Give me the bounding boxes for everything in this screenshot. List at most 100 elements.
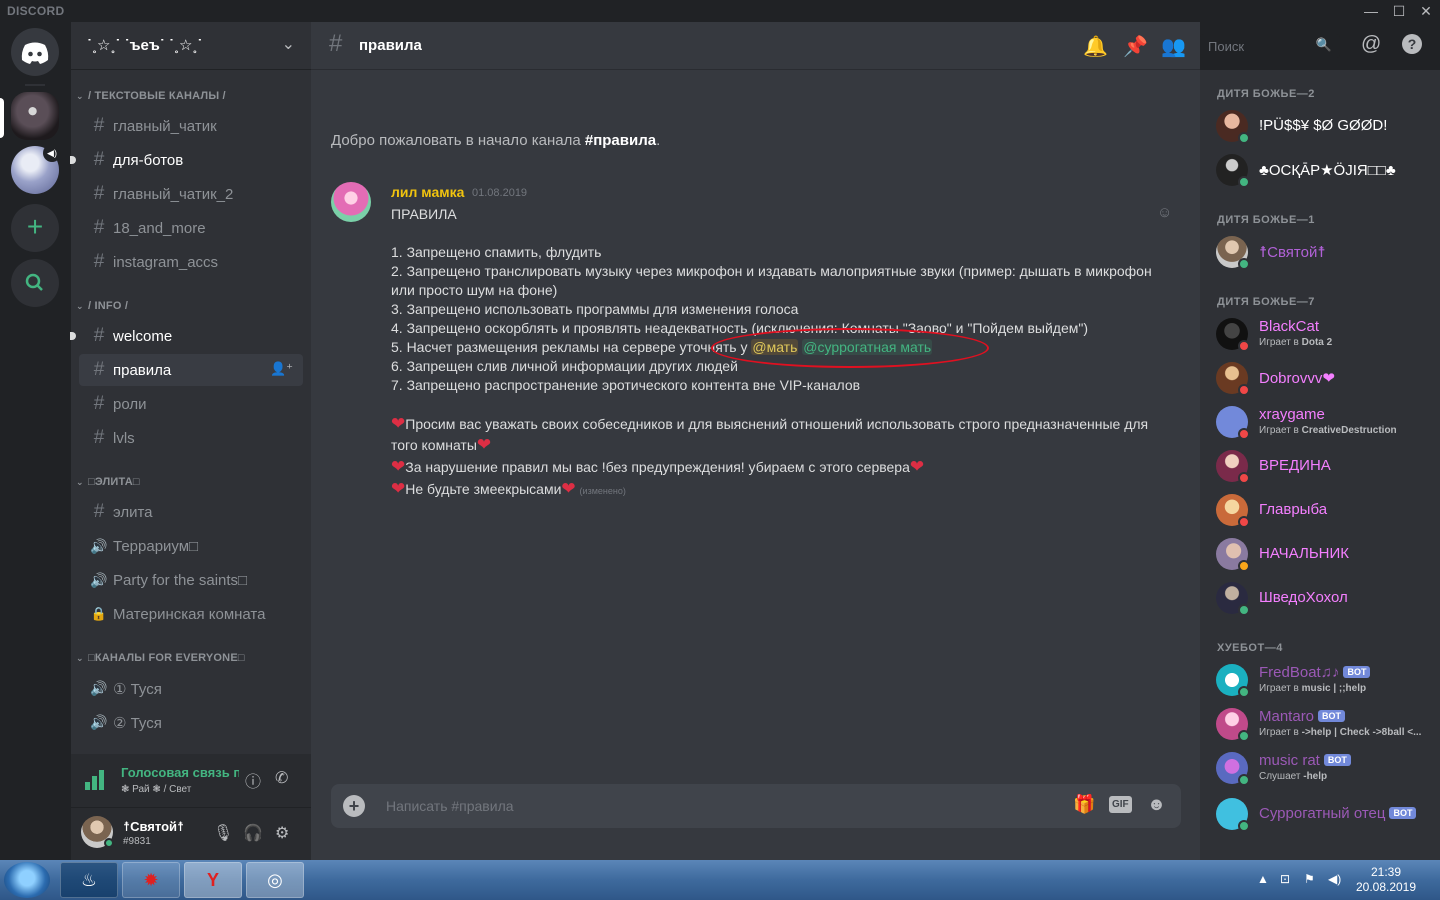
members-icon[interactable]: 👥 [1161, 34, 1186, 59]
member-item[interactable]: Dobrovvv❤ [1216, 358, 1436, 398]
channel-18-and-more[interactable]: #18_and_more [79, 212, 303, 244]
at-icon[interactable]: @ [1361, 33, 1381, 56]
member-item[interactable]: Суррогатный отец BOT [1216, 794, 1436, 834]
close-button[interactable]: ✕ [1412, 2, 1440, 20]
member-item[interactable]: Главрыба [1216, 490, 1436, 530]
voice-status[interactable]: Голосовая связь подключена [121, 765, 239, 780]
channel-sidebar: ˙˳☆˳˙ ˙ъеъ˙ ˙˳☆˳˙ ⌄ ⌄ / ТЕКСТОВЫЕ КАНАЛЫ … [70, 22, 311, 860]
channel-label: lvls [113, 430, 135, 447]
steam-icon[interactable]: ♨ [60, 862, 118, 898]
member-item[interactable]: НАЧАЛЬНИК [1216, 534, 1436, 574]
signal-icon [85, 768, 107, 790]
network-icon[interactable]: ⊡ [1280, 872, 1290, 886]
mic-icon[interactable]: 🎙 [213, 823, 233, 843]
clock-date: 20.08.2019 [1355, 880, 1417, 894]
tray-expand-icon[interactable]: ▲ [1257, 872, 1269, 886]
pin-icon[interactable]: 📌 [1123, 34, 1148, 59]
gif-button[interactable]: GIF [1109, 796, 1132, 813]
gift-icon[interactable]: 🎁 [1073, 794, 1095, 815]
bell-icon[interactable]: 🔔 [1083, 34, 1108, 59]
heart-icon: ❤ [909, 457, 925, 476]
yandex-browser-icon[interactable]: Y [184, 862, 242, 898]
home-button[interactable] [11, 28, 59, 76]
edited-label: (изменено) [579, 486, 626, 496]
rule-line: или просто шум на фоне) [391, 282, 558, 298]
member-item[interactable]: ВРЕДИНА [1216, 446, 1436, 486]
member-item[interactable]: ШведоХохол [1216, 578, 1436, 618]
create-invite-icon[interactable]: 👤⁺ [270, 361, 293, 377]
channel-welcome[interactable]: # welcome [70, 320, 303, 352]
headphones-icon[interactable]: 🎧 [243, 823, 263, 843]
emoji-icon[interactable]: ☻ [1147, 794, 1166, 815]
app-brand: DISCORD [7, 4, 65, 18]
flag-icon[interactable]: ⚑ [1304, 872, 1315, 886]
channel-instagram[interactable]: # instagram_accs [79, 246, 303, 278]
system-clock[interactable]: 21:39 20.08.2019 [1355, 865, 1417, 895]
status-online-icon [1238, 132, 1250, 144]
channel-lvls[interactable]: # lvls [79, 422, 303, 454]
hash-icon: # [93, 501, 105, 522]
voice-channel-tusya-2[interactable]: 🔊 ② Туся [79, 706, 303, 738]
member-group-label: ДИТЯ БОЖЬЕ—7 [1217, 296, 1315, 308]
minimize-button[interactable]: — [1357, 2, 1385, 20]
help-icon[interactable]: ? [1402, 34, 1422, 54]
member-item[interactable]: xraygame Играет в CreativeDestruction [1216, 402, 1436, 442]
member-item[interactable]: music rat BOT Слушает -help [1216, 748, 1436, 788]
category-text-channels[interactable]: ⌄ / ТЕКСТОВЫЕ КАНАЛЫ / [76, 90, 226, 102]
heart-icon: ❤ [391, 479, 406, 498]
start-button[interactable] [4, 862, 50, 898]
voice-channel-terrarium[interactable]: 🔊 Террариум□ [79, 530, 303, 562]
member-list: ДИТЯ БОЖЬЕ—2 !PÜ$$¥ $Ø GØØD! ♣ОСҚĀР★ӦJIЯ… [1200, 70, 1440, 860]
voice-channel-party[interactable]: 🔊 Party for the saints□ [79, 564, 303, 596]
member-name: xraygame [1259, 406, 1325, 423]
channel-main-chat-2[interactable]: # главный_чатик_2 [79, 178, 303, 210]
member-item[interactable]: BlackCat Играет в Dota 2 [1216, 314, 1436, 354]
status-online-icon [1238, 258, 1250, 270]
voice-channel-mother-room[interactable]: 🔒 Материнская комната [79, 598, 303, 630]
discord-taskbar-icon[interactable]: ◎ [246, 862, 304, 898]
add-server-button[interactable]: + [11, 204, 59, 252]
channel-roles[interactable]: # роли [79, 388, 303, 420]
message-line: ❤За нарушение правил мы вас !без предупр… [391, 457, 925, 476]
gear-icon[interactable]: ⚙ [275, 823, 289, 843]
category-elite[interactable]: ⌄ □ЭЛИТА□ [76, 476, 140, 488]
hash-icon: # [93, 115, 105, 136]
bot-badge: BOT [1343, 666, 1371, 678]
voice-channel-tusya-1[interactable]: 🔊 ① Туся [79, 672, 303, 704]
guild-current[interactable] [11, 92, 59, 140]
message-title: ПРАВИЛА [391, 206, 457, 222]
message-composer[interactable]: + Написать #правила 🎁 GIF ☻ [331, 784, 1181, 828]
composer-placeholder: Написать #правила [386, 798, 514, 814]
member-name: FredBoat♫♪ BOT [1259, 664, 1371, 681]
member-activity: Играет в ->help | Check ->8ball <... [1259, 727, 1422, 738]
chat-area: # правила 🔔 📌 👥 Поиск 🔍 Добро пожаловать… [311, 22, 1340, 860]
channel-bots[interactable]: # для-ботов [70, 144, 303, 176]
channel-rules[interactable]: # правила 👤⁺ [79, 354, 303, 386]
category-info[interactable]: ⌄ / INFO / [76, 300, 128, 312]
add-reaction-icon[interactable]: ☺ [1157, 204, 1172, 221]
avatar[interactable] [331, 182, 371, 222]
server-header[interactable]: ˙˳☆˳˙ ˙ъеъ˙ ˙˳☆˳˙ ⌄ [71, 22, 311, 70]
search-input[interactable]: Поиск 🔍 [1200, 34, 1340, 58]
volume-icon[interactable]: ◀) [1328, 872, 1341, 886]
member-item[interactable]: !PÜ$$¥ $Ø GØØD! [1216, 106, 1436, 146]
explore-servers-button[interactable] [11, 259, 59, 307]
info-icon[interactable]: ⓘ [245, 768, 261, 792]
antivirus-icon[interactable]: ✹ [122, 862, 180, 898]
guild-voice-connected[interactable]: ◀) [11, 144, 61, 194]
member-item[interactable]: FredBoat♫♪ BOT Играет в music | ;;help [1216, 660, 1436, 700]
member-group-label: ХУЕБОТ—4 [1217, 642, 1283, 654]
voice-channel-path[interactable]: ❃ Рай ❃ / Свет [121, 784, 191, 795]
channel-main-chat[interactable]: # главный_чатик [79, 110, 303, 142]
member-item[interactable]: ♣ОСҚĀР★ӦJIЯ□□♣ [1216, 150, 1436, 190]
message-author[interactable]: лил мамка [391, 184, 464, 200]
category-everyone[interactable]: ⌄ □КАНАЛЫ FOR EVERYONE□ [76, 652, 245, 664]
maximize-button[interactable]: ☐ [1385, 2, 1413, 20]
disconnect-icon[interactable]: ✆ [275, 768, 288, 788]
channel-elite[interactable]: # элита [79, 496, 303, 528]
member-activity: Играет в CreativeDestruction [1259, 425, 1397, 436]
heart-icon: ❤ [391, 457, 406, 476]
member-item[interactable]: Mantaro BOT Играет в ->help | Check ->8bal… [1216, 704, 1436, 744]
member-item[interactable]: ☨Святой☨ [1216, 232, 1436, 272]
upload-plus-icon[interactable]: + [343, 795, 365, 817]
